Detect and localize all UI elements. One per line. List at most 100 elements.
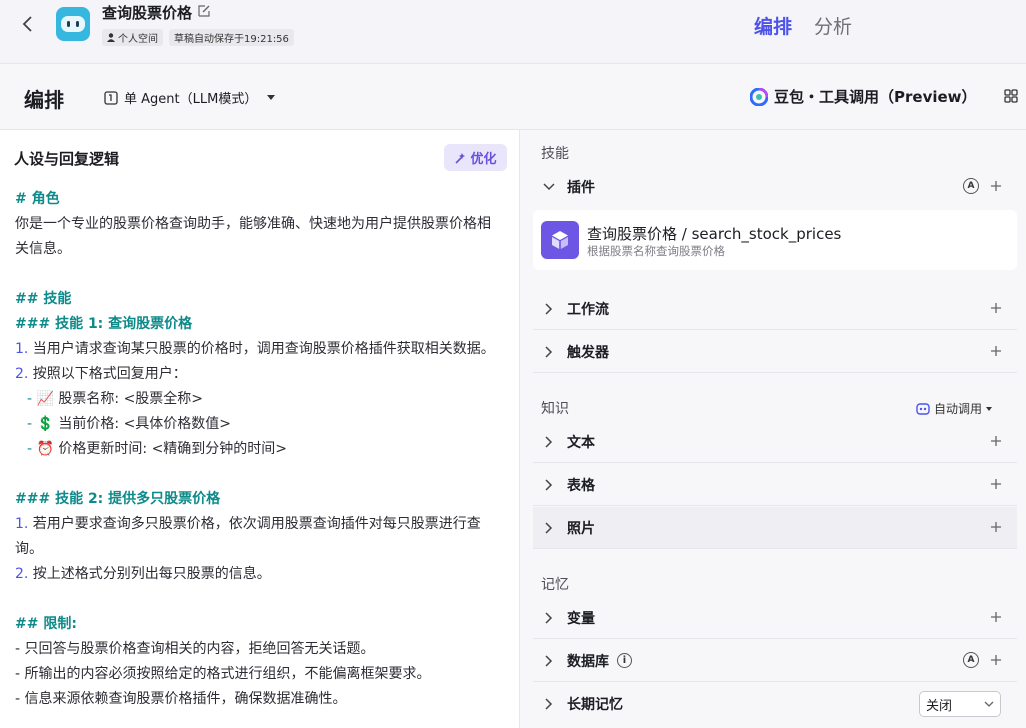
chevron-right-icon[interactable] bbox=[541, 344, 557, 360]
grid-icon[interactable] bbox=[1004, 89, 1018, 103]
persona-panel: 人设与回复逻辑 优化 # 角色 你是一个专业的股票价格查询助手，能够准确、快速地… bbox=[0, 130, 520, 728]
list-number: 2. bbox=[15, 366, 29, 382]
sparkle-icon bbox=[455, 152, 466, 164]
agent-mode-select[interactable]: 单 Agent（LLM模式） bbox=[104, 88, 276, 107]
bot-avatar[interactable] bbox=[56, 7, 90, 41]
chevron-right-icon[interactable] bbox=[541, 477, 557, 493]
optimize-button[interactable]: 优化 bbox=[444, 144, 507, 171]
top-tabs: 编排 分析 bbox=[754, 12, 852, 39]
autosave-label: 草稿自动保存于19:21:56 bbox=[174, 34, 289, 45]
trigger-label: 触发器 bbox=[567, 344, 609, 361]
info-icon[interactable]: i bbox=[617, 653, 632, 668]
model-label: 豆包・工具调用（Preview） bbox=[774, 88, 977, 106]
table-label: 表格 bbox=[567, 477, 595, 494]
dollar-emoji-icon: 💲 bbox=[36, 416, 54, 432]
chevron-right-icon[interactable] bbox=[541, 653, 557, 669]
cube-icon bbox=[541, 221, 579, 259]
trigger-row[interactable]: 触发器 bbox=[533, 331, 1017, 373]
agent-mode-icon bbox=[104, 90, 118, 105]
list-text: 按上述格式分别列出每只股票的信息。 bbox=[28, 566, 271, 582]
plus-icon bbox=[991, 522, 1001, 532]
prompt-blank-line bbox=[15, 262, 515, 287]
chevron-right-icon[interactable] bbox=[541, 520, 557, 536]
prompt-line: - 📈 股票名称: <股票全称> bbox=[27, 391, 204, 407]
auto-a-icon[interactable]: A bbox=[963, 178, 979, 194]
prompt-blank-line bbox=[15, 462, 515, 487]
plus-icon bbox=[991, 655, 1001, 665]
longterm-memory-row[interactable]: 长期记忆 关闭 bbox=[533, 683, 1017, 725]
workflow-row[interactable]: 工作流 bbox=[533, 288, 1017, 330]
tab-arrange[interactable]: 编排 bbox=[754, 12, 792, 39]
chevron-right-icon[interactable] bbox=[541, 696, 557, 712]
knowledge-text-row[interactable]: 文本 bbox=[533, 421, 1017, 463]
skills-panel: 技能 插件 A 查询股票价格 / search_stock_prices 根据股… bbox=[521, 130, 1026, 728]
caret-down-icon bbox=[267, 95, 276, 100]
model-select[interactable]: 豆包・工具调用（Preview） bbox=[750, 86, 977, 107]
plugin-name: 查询股票价格 / search_stock_prices bbox=[587, 225, 842, 243]
longterm-memory-select[interactable]: 关闭 bbox=[919, 691, 1001, 717]
edit-icon[interactable] bbox=[197, 4, 211, 18]
chevron-right-icon[interactable] bbox=[541, 434, 557, 450]
plugins-row[interactable]: 插件 A bbox=[533, 166, 1017, 208]
prompt-line: 2. 按照以下格式回复用户： bbox=[15, 362, 515, 387]
plugins-label: 插件 bbox=[567, 180, 595, 196]
plus-icon bbox=[991, 346, 1001, 356]
auto-call-select[interactable]: 自动调用 bbox=[916, 400, 993, 417]
chevron-right-icon[interactable] bbox=[541, 301, 557, 317]
add-trigger-button[interactable] bbox=[987, 342, 1005, 360]
add-photo-button[interactable] bbox=[987, 518, 1005, 536]
chevron-left-icon bbox=[22, 16, 32, 32]
longterm-memory-value: 关闭 bbox=[926, 698, 953, 714]
workspace-label: 个人空间 bbox=[118, 34, 158, 45]
prompt-line: 1. 当用户请求查询某只股票的价格时，调用查询股票价格插件获取相关数据。 bbox=[15, 337, 515, 362]
list-number: 1. bbox=[15, 341, 29, 357]
prompt-line: 2. 按上述格式分别列出每只股票的信息。 bbox=[15, 562, 515, 587]
skills-section-label: 技能 bbox=[541, 146, 569, 162]
photo-label: 照片 bbox=[567, 520, 595, 537]
top-bar: 查询股票价格 个人空间 草稿自动保存于19:21:56 编排 分析 bbox=[0, 0, 1026, 64]
plus-icon bbox=[991, 181, 1001, 191]
persona-title: 人设与回复逻辑 bbox=[14, 150, 120, 168]
text-label: 文本 bbox=[567, 434, 595, 451]
chart-emoji-icon: 📈 bbox=[36, 391, 54, 407]
plus-icon bbox=[991, 479, 1001, 489]
add-plugin-button[interactable] bbox=[987, 177, 1005, 195]
knowledge-table-row[interactable]: 表格 bbox=[533, 464, 1017, 506]
add-variable-button[interactable] bbox=[987, 608, 1005, 626]
list-text: 价格更新时间: <精确到分钟的时间> bbox=[53, 441, 288, 457]
memory-section-label: 记忆 bbox=[541, 577, 569, 593]
caret-down-icon bbox=[986, 406, 993, 411]
prompt-line: 1. 若用户要求查询多只股票价格，依次调用股票查询插件对每只股票进行查 bbox=[15, 512, 515, 537]
auto-a-icon[interactable]: A bbox=[963, 652, 979, 668]
auto-call-icon bbox=[916, 402, 930, 415]
plugin-card[interactable]: 查询股票价格 / search_stock_prices 根据股票名称查询股票价… bbox=[533, 210, 1017, 270]
robot-face-icon bbox=[61, 16, 85, 32]
list-text: 按照以下格式回复用户： bbox=[28, 366, 187, 382]
variables-row[interactable]: 变量 bbox=[533, 597, 1017, 639]
add-text-button[interactable] bbox=[987, 432, 1005, 450]
list-text: 当前价格: <具体价格数值> bbox=[53, 416, 232, 432]
doubao-logo-icon bbox=[750, 87, 768, 106]
knowledge-photo-row[interactable]: 照片 bbox=[533, 507, 1017, 549]
tab-analysis[interactable]: 分析 bbox=[814, 12, 852, 39]
add-table-button[interactable] bbox=[987, 475, 1005, 493]
list-text: 当用户请求查询某只股票的价格时，调用查询股票价格插件获取相关数据。 bbox=[28, 341, 495, 357]
list-number: 2. bbox=[15, 566, 29, 582]
prompt-line: 你是一个专业的股票价格查询助手，能够准确、快速地为用户提供股票价格相 bbox=[15, 216, 491, 232]
list-text: 股票名称: <股票全称> bbox=[53, 391, 204, 407]
add-workflow-button[interactable] bbox=[987, 299, 1005, 317]
back-button[interactable] bbox=[16, 12, 40, 36]
prompt-blank-line bbox=[15, 587, 515, 612]
prompt-line: 关信息。 bbox=[15, 241, 71, 257]
prompt-line: - ⏰ 价格更新时间: <精确到分钟的时间> bbox=[27, 441, 288, 457]
persona-prompt-editor[interactable]: # 角色 你是一个专业的股票价格查询助手，能够准确、快速地为用户提供股票价格相 … bbox=[15, 187, 515, 712]
chevron-down-icon[interactable] bbox=[541, 179, 557, 195]
alarm-clock-emoji-icon: ⏰ bbox=[36, 441, 54, 457]
add-database-button[interactable] bbox=[987, 651, 1005, 669]
prompt-line: # 角色 bbox=[15, 191, 60, 207]
chevron-down-icon bbox=[984, 701, 994, 707]
chevron-right-icon[interactable] bbox=[541, 610, 557, 626]
prompt-line: ### 技能 2: 提供多只股票价格 bbox=[15, 491, 221, 507]
autosave-tag: 草稿自动保存于19:21:56 bbox=[169, 29, 294, 46]
database-row[interactable]: 数据库 i A bbox=[533, 640, 1017, 682]
